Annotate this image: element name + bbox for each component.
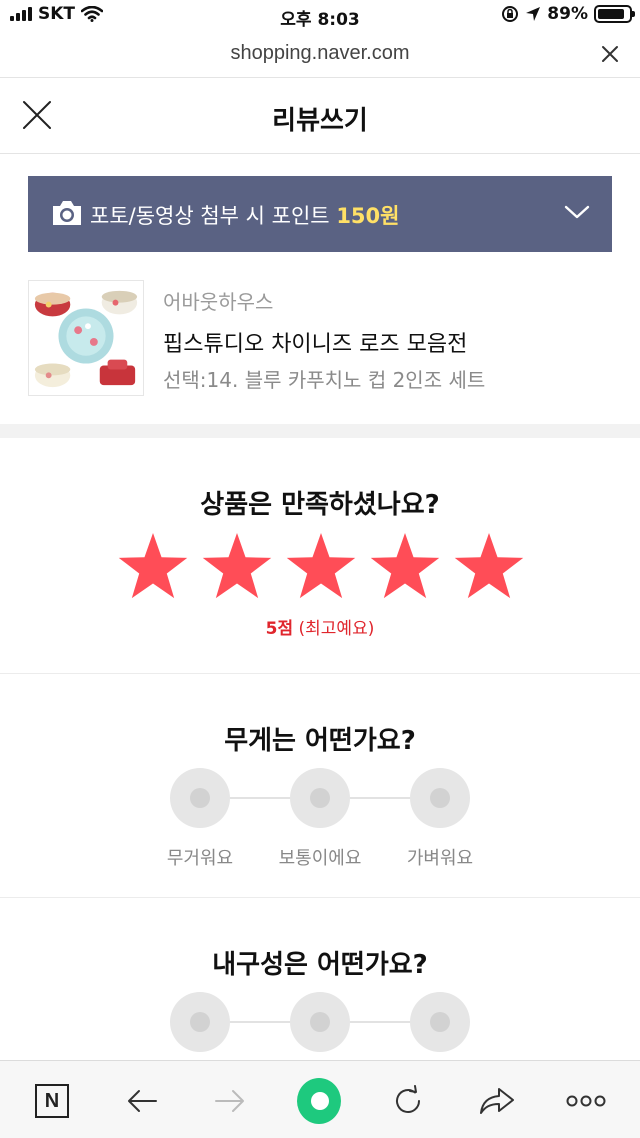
chevron-down-icon[interactable] [564, 202, 590, 222]
green-dot-button[interactable] [297, 1078, 341, 1124]
forward-button[interactable] [208, 1079, 252, 1123]
rating-description: (최고예요) [298, 619, 375, 639]
share-arrow-icon [480, 1088, 514, 1114]
banner-points: 150원 [336, 204, 400, 228]
rating-label: 5점 (최고예요) [0, 614, 640, 639]
product-image [28, 280, 144, 396]
weight-options [170, 768, 470, 828]
battery-icon [594, 5, 635, 23]
banner-message: 포토/동영상 첨부 시 포인트 [90, 204, 330, 228]
camera-icon [53, 201, 81, 225]
location-arrow-icon [526, 7, 541, 21]
status-bar: SKT 오후 8:03 89% [0, 0, 640, 32]
refresh-button[interactable] [386, 1079, 430, 1123]
weight-option-normal-label[interactable]: 보통이에요 [255, 844, 385, 870]
weight-section: 무게는 어떤가요? 무거워요 보통이에요 가벼워요 [0, 674, 640, 898]
green-dot-icon [297, 1078, 341, 1124]
star-icon-5[interactable] [452, 530, 526, 604]
star-icon-4[interactable] [368, 530, 442, 604]
more-icon [566, 1095, 606, 1107]
share-button[interactable] [475, 1079, 519, 1123]
weight-option-light-radio[interactable] [410, 768, 470, 828]
durability-option-3-radio[interactable] [410, 992, 470, 1052]
naver-logo-icon: N [35, 1084, 69, 1118]
star-icon-3[interactable] [284, 530, 358, 604]
durability-option-2-radio[interactable] [290, 992, 350, 1052]
page-title: 리뷰쓰기 [272, 106, 368, 136]
battery-percent: 89% [547, 4, 588, 24]
durability-question: 내구성은 어떤가요? [212, 950, 428, 980]
weight-question: 무게는 어떤가요? [224, 726, 416, 756]
refresh-icon [396, 1085, 420, 1113]
weight-option-normal-radio[interactable] [290, 768, 350, 828]
durability-option-1-radio[interactable] [170, 992, 230, 1052]
arrow-left-icon [128, 1090, 157, 1112]
product-name: 핍스튜디오 차이니즈 로즈 모음전 [163, 332, 468, 357]
rating-score: 5점 [265, 619, 294, 639]
photo-points-banner[interactable]: 포토/동영상 첨부 시 포인트 150원 [28, 176, 612, 252]
product-info: 어바웃하우스 핍스튜디오 차이니즈 로즈 모음전 선택:14. 블루 카푸치노 … [28, 280, 612, 398]
weight-option-heavy-label[interactable]: 무거워요 [135, 844, 265, 870]
weight-option-heavy-radio[interactable] [170, 768, 230, 828]
star-icon-2[interactable] [200, 530, 274, 604]
star-rating[interactable] [116, 530, 526, 604]
close-icon[interactable] [600, 44, 620, 64]
product-brand: 어바웃하우스 [163, 290, 274, 314]
durability-options [170, 992, 470, 1052]
page-header: 리뷰쓰기 [0, 78, 640, 154]
weight-option-light-label[interactable]: 가벼워요 [375, 844, 505, 870]
rating-section: 상품은 만족하셨나요? 5점 (최고예요) [0, 438, 640, 674]
star-icon-1[interactable] [116, 530, 190, 604]
section-divider [0, 424, 640, 438]
back-button[interactable] [120, 1079, 164, 1123]
browser-toolbar: N [0, 1060, 640, 1138]
naver-home-button[interactable]: N [30, 1079, 74, 1123]
url-bar: shopping.naver.com [0, 32, 640, 78]
banner-text: 포토/동영상 첨부 시 포인트 150원 [90, 200, 399, 230]
more-button[interactable] [564, 1079, 608, 1123]
url-text[interactable]: shopping.naver.com [0, 42, 640, 65]
rotation-lock-icon [502, 6, 519, 22]
arrow-right-icon [215, 1090, 244, 1112]
status-right: 89% [501, 4, 635, 24]
rating-question: 상품은 만족하셨나요? [200, 490, 440, 520]
product-option: 선택:14. 블루 카푸치노 컵 2인조 세트 [163, 368, 486, 392]
